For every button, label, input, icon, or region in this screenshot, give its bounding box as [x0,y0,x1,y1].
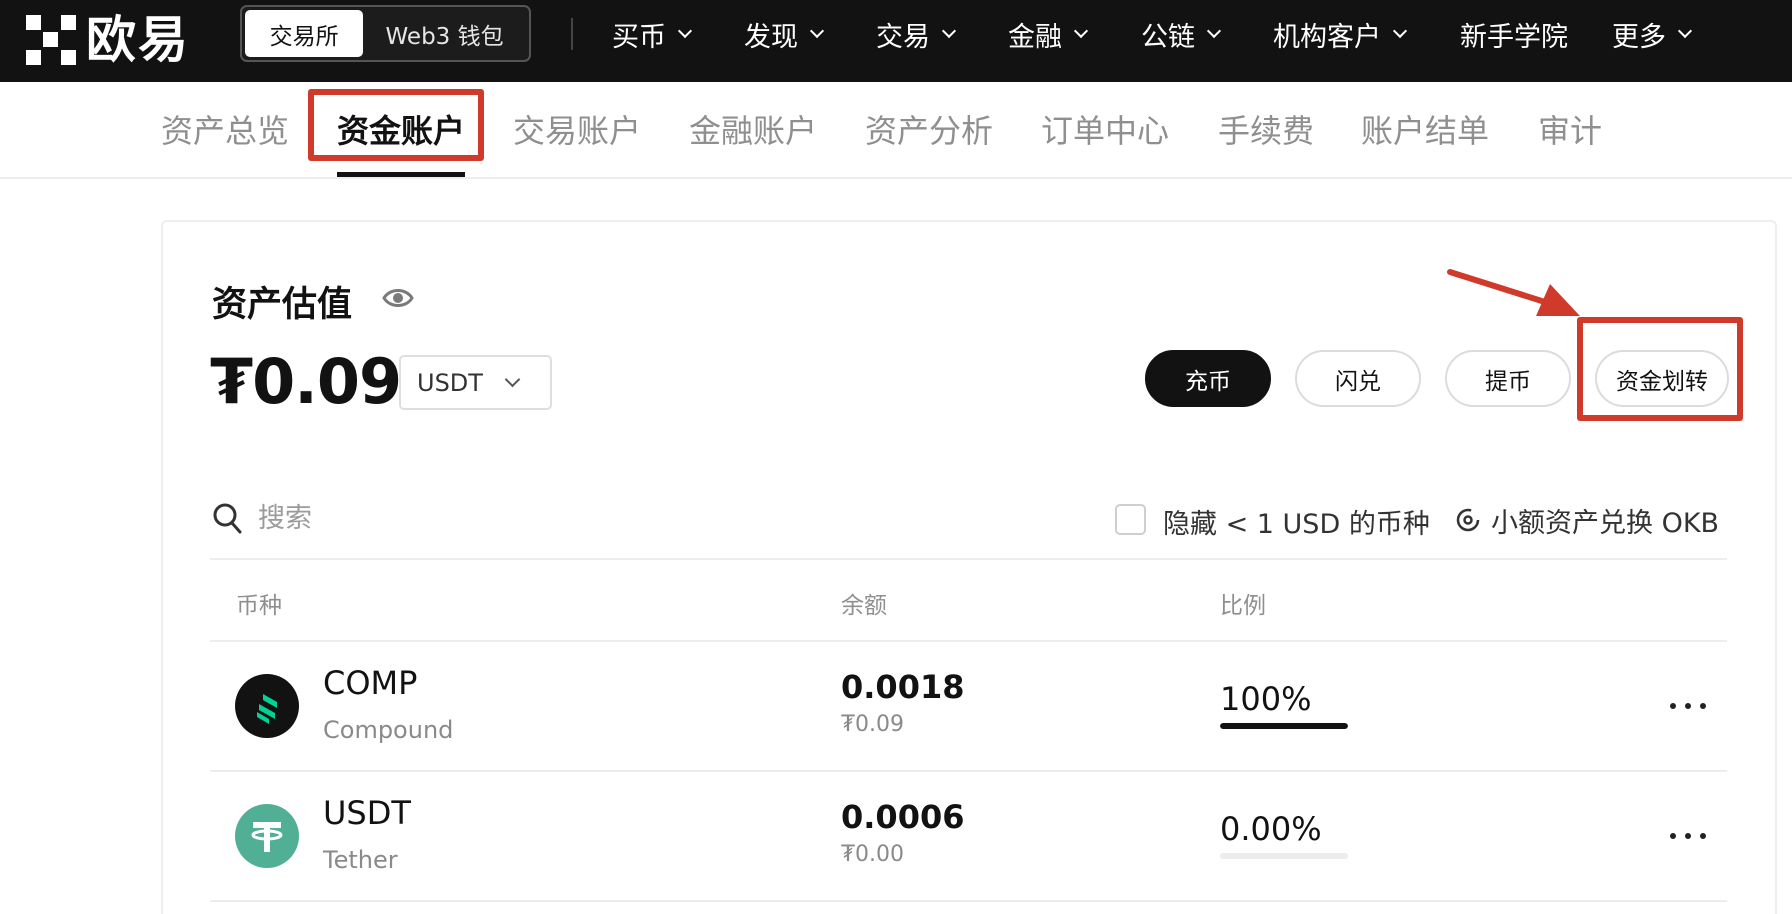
asset-total-value: ₮0.09 [210,345,402,418]
nav-buy-crypto[interactable]: 买币 [612,14,693,54]
tab-order-center[interactable]: 订单中心 [1041,106,1169,152]
column-header-balance: 余额 [841,593,887,619]
coin-balance-fiat: ₮0.00 [841,842,904,867]
nav-institutional[interactable]: 机构客户 [1273,14,1408,54]
search-input[interactable] [258,496,658,540]
refresh-convert-icon [1456,508,1480,532]
nav-discover[interactable]: 发现 [744,14,825,54]
comp-coin-icon [235,674,299,738]
nav-label: 机构客户 [1273,21,1381,53]
more-options-icon[interactable] [1670,696,1706,716]
chevron-down-icon [941,23,957,39]
coin-symbol: USDT [323,794,411,832]
chevron-down-icon [504,371,521,388]
annotation-arrow [1447,269,1580,316]
tab-fees[interactable]: 手续费 [1218,106,1314,152]
coin-balance: 0.0018 [841,668,965,706]
divider [210,640,1727,642]
okx-logo-icon [26,15,76,65]
tab-asset-analysis[interactable]: 资产分析 [865,106,993,152]
chevron-down-icon [809,23,825,39]
coin-name: Compound [323,716,454,744]
usdt-coin-icon [235,804,299,868]
coin-ratio: 100% [1220,680,1312,718]
nav-finance[interactable]: 金融 [1008,14,1089,54]
nav-divider [571,18,573,50]
nav-label: 公链 [1141,21,1195,53]
nav-label: 金融 [1008,21,1062,53]
coin-ratio: 0.00% [1220,810,1322,848]
nav-label: 交易 [876,21,930,53]
chevron-down-icon [677,23,693,39]
tab-audit[interactable]: 审计 [1538,106,1602,152]
nav-label: 买币 [612,21,666,53]
coin-balance: 0.0006 [841,798,965,836]
tab-exchange[interactable]: 交易所 [245,10,364,57]
eye-icon[interactable] [382,286,414,310]
active-tab-indicator [337,172,465,177]
nav-more[interactable]: 更多 [1612,14,1693,54]
chevron-down-icon [1073,23,1089,39]
coin-balance-fiat: ₮0.09 [841,712,904,737]
chevron-down-icon [1677,23,1693,39]
ratio-bar-fill [1220,723,1348,729]
column-header-ratio: 比例 [1220,593,1266,619]
nav-trade[interactable]: 交易 [876,14,957,54]
currency-select-value: USDT [417,368,483,397]
nav-label: 更多 [1612,21,1666,53]
tab-trading-account[interactable]: 交易账户 [513,106,641,152]
more-options-icon[interactable] [1670,826,1706,846]
search-icon [213,503,242,534]
deposit-button[interactable]: 充币 [1145,350,1271,407]
currency-select[interactable]: USDT [399,355,552,410]
tab-statements[interactable]: 账户结单 [1361,106,1489,152]
coin-name: Tether [323,846,398,874]
nav-label: 发现 [744,21,798,53]
tab-assets-overview[interactable]: 资产总览 [161,106,289,152]
withdraw-button[interactable]: 提币 [1445,350,1571,407]
okx-logo[interactable]: 欧易 [26,10,190,70]
asset-valuation-title: 资产估值 [212,285,353,325]
divider [210,900,1727,902]
nav-chain[interactable]: 公链 [1141,14,1222,54]
ratio-bar [1220,723,1348,729]
tab-funding-account[interactable]: 资金账户 [337,106,465,152]
column-header-coin: 币种 [236,593,282,619]
divider [210,558,1727,560]
hide-small-checkbox[interactable] [1115,504,1146,535]
platform-switcher: 交易所 Web3 钱包 [240,5,531,62]
convert-small-assets-link[interactable]: 小额资产兑换 OKB [1453,502,1720,539]
transfer-button[interactable]: 资金划转 [1595,350,1729,407]
chevron-down-icon [1206,23,1222,39]
coin-symbol: COMP [323,664,418,702]
tab-web3-wallet[interactable]: Web3 钱包 [363,10,526,57]
divider [210,770,1727,772]
nav-label: 新手学院 [1460,21,1568,53]
convert-small-label: 小额资产兑换 OKB [1491,507,1720,539]
nav-academy[interactable]: 新手学院 [1460,14,1568,54]
ratio-bar [1220,853,1348,859]
chevron-down-icon [1392,23,1408,39]
account-subtabs: 资产总览 资金账户 交易账户 金融账户 资产分析 订单中心 手续费 账户结单 审… [0,82,1792,179]
top-navbar: 欧易 交易所 Web3 钱包 买币 发现 交易 金融 公链 机构客户 新手学院 … [0,0,1792,82]
hide-small-label: 隐藏 < 1 USD 的币种 [1163,509,1430,540]
tab-finance-account[interactable]: 金融账户 [689,106,817,152]
convert-button[interactable]: 闪兑 [1295,350,1421,407]
logo-text: 欧易 [86,11,190,69]
